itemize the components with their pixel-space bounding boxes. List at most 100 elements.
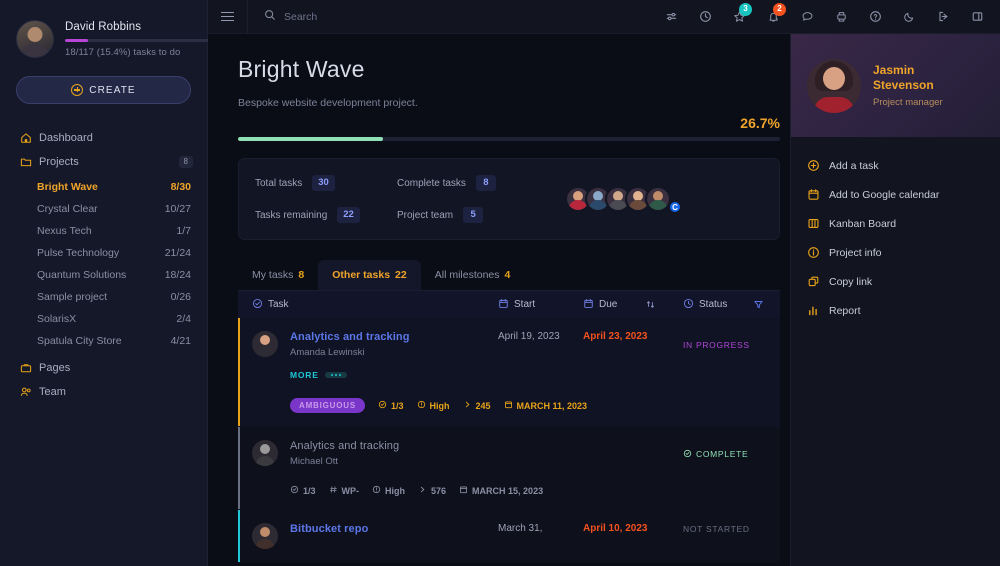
project-list-item[interactable]: Spatula City Store 4/21: [0, 330, 207, 352]
sidebar-item-label: Projects: [39, 156, 79, 168]
table-row[interactable]: Analytics and tracking Amanda Lewinski Apr…: [238, 318, 780, 427]
search-icon: [264, 8, 276, 26]
create-button[interactable]: CREATE: [16, 76, 191, 104]
filter-icon[interactable]: [753, 299, 780, 310]
task-more-button[interactable]: MORE: [290, 370, 780, 380]
project-task-count: 8/30: [170, 181, 191, 193]
project-list-item[interactable]: Quantum Solutions 18/24: [0, 264, 207, 286]
column-header-label: Task: [268, 299, 289, 310]
tab-count: 4: [504, 269, 511, 281]
folder-icon: [20, 156, 32, 168]
right-menu-item-label: Kanban Board: [829, 217, 897, 230]
right-menu-item-copy-link[interactable]: Copy link: [791, 267, 1000, 296]
task-tabs: My tasks 8 Other tasks 22 All milestones 4: [238, 260, 780, 290]
table-row[interactable]: Bitbucket repo March 31, April 10, 2023 NOT…: [238, 510, 780, 563]
project-name: Bright Wave: [37, 181, 98, 193]
project-list-item[interactable]: Crystal Clear 10/27: [0, 198, 207, 220]
project-list-item[interactable]: Pulse Technology 21/24: [0, 242, 207, 264]
print-icon[interactable]: [824, 0, 858, 34]
briefcase-icon: [20, 362, 32, 374]
person-name: Jasmin Stevenson: [873, 63, 943, 93]
sidebar-item-projects[interactable]: Projects 8: [0, 150, 207, 174]
project-name: Spatula City Store: [37, 335, 122, 347]
task-meta-item: MARCH 15, 2023: [459, 485, 543, 496]
progress-percent-row: 26.7%: [238, 115, 780, 131]
user-progress-bar: [65, 39, 215, 42]
team-avatars[interactable]: C: [565, 186, 681, 213]
project-name: Crystal Clear: [37, 203, 98, 215]
project-list-item[interactable]: Nexus Tech 1/7: [0, 220, 207, 242]
person-role: Project manager: [873, 97, 943, 108]
project-list-item[interactable]: Bright Wave 8/30: [0, 176, 207, 198]
task-tag[interactable]: AMBIGUOUS: [290, 398, 365, 413]
task-meta-label: 1/3: [303, 485, 316, 496]
ellipsis-icon[interactable]: [324, 372, 347, 378]
status-label: NOT STARTED: [683, 524, 750, 534]
right-menu-item-kanban-board[interactable]: Kanban Board: [791, 209, 1000, 238]
sidebar-item-dashboard[interactable]: Dashboard: [0, 126, 207, 150]
right-menu-item-project-info[interactable]: Project info: [791, 238, 1000, 267]
task-title[interactable]: Bitbucket repo: [290, 523, 498, 535]
avatar[interactable]: [645, 186, 671, 212]
right-menu-item-label: Report: [829, 304, 861, 317]
task-meta-row: 1/3 WP- High 576 MARCH 15, 2023: [290, 485, 780, 496]
project-list: Bright Wave 8/30 Crystal Clear 10/27 Nexus T…: [0, 176, 207, 352]
chat-icon[interactable]: [790, 0, 824, 34]
column-header-task[interactable]: Task: [252, 298, 498, 312]
project-list-item[interactable]: Sample project 0/26: [0, 286, 207, 308]
moon-icon[interactable]: [892, 0, 926, 34]
sliders-icon[interactable]: [654, 0, 688, 34]
sort-icon[interactable]: [645, 299, 683, 310]
clock-icon[interactable]: [688, 0, 722, 34]
star-icon[interactable]: 3: [722, 0, 756, 34]
task-meta-row: AMBIGUOUS 1/3 High 245 MARCH 11, 2023: [290, 398, 780, 413]
stat-label: Tasks remaining: [255, 209, 328, 221]
task-title[interactable]: Analytics and tracking: [290, 331, 498, 343]
plus-circle-icon: [807, 159, 820, 172]
column-header-start[interactable]: Start: [498, 298, 583, 312]
stat-cell: Tasks remaining 22: [255, 199, 397, 231]
check-circle-icon: [252, 298, 263, 312]
app-root: David Robbins 18/117 (15.4%) tasks to do…: [0, 0, 1000, 566]
people-icon: [20, 386, 32, 398]
sidebar-user-block[interactable]: David Robbins 18/117 (15.4%) tasks to do: [0, 14, 215, 58]
avatar-copy-badge: C: [669, 201, 681, 213]
tab-my-tasks[interactable]: My tasks 8: [238, 260, 318, 290]
tab-count: 8: [298, 269, 305, 281]
sidebar-item-pages[interactable]: Pages: [0, 356, 207, 380]
project-name: Sample project: [37, 291, 108, 303]
info-icon: [807, 246, 820, 259]
tab-label: Other tasks: [332, 269, 391, 281]
sidebar-item-team[interactable]: Team: [0, 380, 207, 404]
right-panel: Jasmin Stevenson Project manager Add a t…: [790, 34, 1000, 566]
tab-all-milestones[interactable]: All milestones 4: [421, 260, 525, 290]
person-first-name: Jasmin: [873, 63, 915, 77]
project-list-item[interactable]: SolarisX 2/4: [0, 308, 207, 330]
help-icon[interactable]: [858, 0, 892, 34]
column-header-due[interactable]: Due: [583, 298, 645, 312]
task-meta-item: MARCH 11, 2023: [504, 400, 587, 411]
right-menu-item-report[interactable]: Report: [791, 296, 1000, 325]
project-name: Quantum Solutions: [37, 269, 127, 281]
search-input[interactable]: Search: [248, 8, 317, 26]
project-task-count: 21/24: [164, 247, 191, 259]
panel-icon[interactable]: [960, 0, 994, 34]
task-title[interactable]: Analytics and tracking: [290, 440, 498, 452]
table-row[interactable]: Analytics and tracking Michael Ott COMPLET…: [238, 427, 780, 510]
progress-percent: 26.7%: [740, 115, 780, 131]
user-tasks-todo: 18/117 (15.4%) tasks to do: [65, 47, 181, 58]
column-header-status[interactable]: Status: [683, 298, 753, 312]
right-menu-item-label: Copy link: [829, 275, 873, 288]
bell-icon[interactable]: 2: [756, 0, 790, 34]
hamburger-icon[interactable]: [208, 0, 248, 34]
task-meta-item: 1/3: [378, 400, 404, 411]
right-menu-item-add-to-google-calendar[interactable]: Add to Google calendar: [791, 180, 1000, 209]
status-badge: COMPLETE: [683, 440, 748, 467]
stat-value: 22: [337, 207, 360, 223]
right-menu-item-add-a-task[interactable]: Add a task: [791, 151, 1000, 180]
logout-icon[interactable]: [926, 0, 960, 34]
tab-other-tasks[interactable]: Other tasks 22: [318, 260, 421, 290]
task-meta-item: WP-: [329, 485, 359, 496]
right-menu-item-label: Project info: [829, 246, 882, 259]
board-icon: [807, 217, 820, 230]
